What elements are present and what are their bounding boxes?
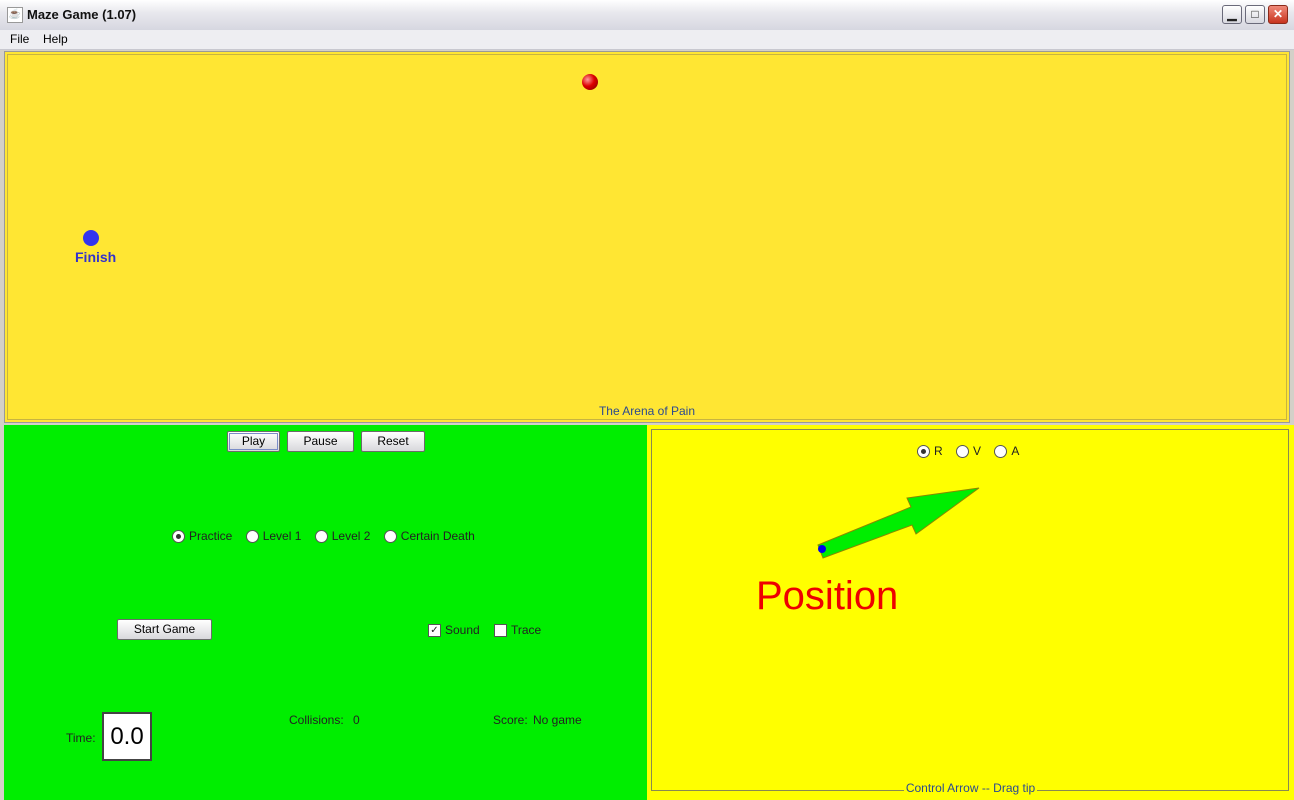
reset-button[interactable]: Reset xyxy=(361,431,425,452)
window-title: Maze Game (1.07) xyxy=(27,7,137,22)
maximize-button[interactable]: □ xyxy=(1245,5,1265,24)
sound-label: Sound xyxy=(445,623,480,637)
control-arrow-caption-wrap: Control Arrow -- Drag tip xyxy=(647,781,1294,795)
pause-button[interactable]: Pause xyxy=(287,431,354,452)
menu-file[interactable]: File xyxy=(10,32,29,46)
arrow-origin-dot xyxy=(818,545,826,553)
level-option-level-1[interactable]: Level 1 xyxy=(245,529,301,544)
time-display: 0.0 xyxy=(102,712,152,761)
menu-help[interactable]: Help xyxy=(43,32,68,46)
score-value: No game xyxy=(533,713,582,727)
level-option-level-2[interactable]: Level 2 xyxy=(314,529,370,544)
arena-caption: The Arena of Pain xyxy=(598,404,696,418)
menu-bar: File Help xyxy=(0,30,1294,50)
radio-level-2[interactable] xyxy=(314,530,328,544)
radio-level-1[interactable] xyxy=(245,530,259,544)
trace-checkbox[interactable] xyxy=(494,624,507,638)
finish-label: Finish xyxy=(75,249,117,265)
radio-practice[interactable] xyxy=(172,530,185,544)
control-arrow[interactable] xyxy=(817,487,980,559)
close-button[interactable]: ✕ xyxy=(1268,5,1288,24)
play-button[interactable]: Play xyxy=(227,431,280,452)
control-arrow-caption: Control Arrow -- Drag tip xyxy=(903,781,1038,795)
trace-label: Trace xyxy=(511,623,542,637)
finish-marker xyxy=(83,230,99,246)
sound-option[interactable]: ✓ Sound xyxy=(428,623,480,638)
control-arrow-panel[interactable]: R V A Position Control Arrow -- Drag tip xyxy=(647,425,1294,800)
level-option-practice[interactable]: Practice xyxy=(172,529,232,544)
minimize-button[interactable]: ▁ xyxy=(1222,5,1242,24)
sound-checkbox[interactable]: ✓ xyxy=(428,624,441,638)
score-label: Score: xyxy=(493,713,528,727)
game-arena[interactable]: Finish The Arena of Pain xyxy=(4,51,1290,423)
start-game-button[interactable]: Start Game xyxy=(117,619,212,640)
close-icon: ✕ xyxy=(1272,7,1284,21)
time-label: Time: xyxy=(66,731,96,745)
maximize-icon: □ xyxy=(1251,7,1259,21)
radio-certain-death[interactable] xyxy=(383,530,397,544)
title-bar: ☕ Maze Game (1.07) ▁ □ ✕ xyxy=(0,0,1294,31)
level-option-certain-death[interactable]: Certain Death xyxy=(383,529,475,544)
minimize-icon: ▁ xyxy=(1227,7,1237,21)
java-app-icon: ☕ xyxy=(7,7,23,23)
player-ball xyxy=(582,74,598,90)
arena-frame xyxy=(7,54,1287,420)
trace-option[interactable]: Trace xyxy=(494,623,542,638)
collisions-label: Collisions: xyxy=(289,713,344,727)
collisions-value: 0 xyxy=(353,713,360,727)
vector-mode-label: Position xyxy=(756,574,899,618)
control-arrow-canvas xyxy=(817,487,980,559)
level-selector: Practice Level 1 Level 2 Certain Death xyxy=(172,529,485,544)
game-controls-panel: Play Pause Reset Practice Level 1 Level … xyxy=(4,425,647,800)
